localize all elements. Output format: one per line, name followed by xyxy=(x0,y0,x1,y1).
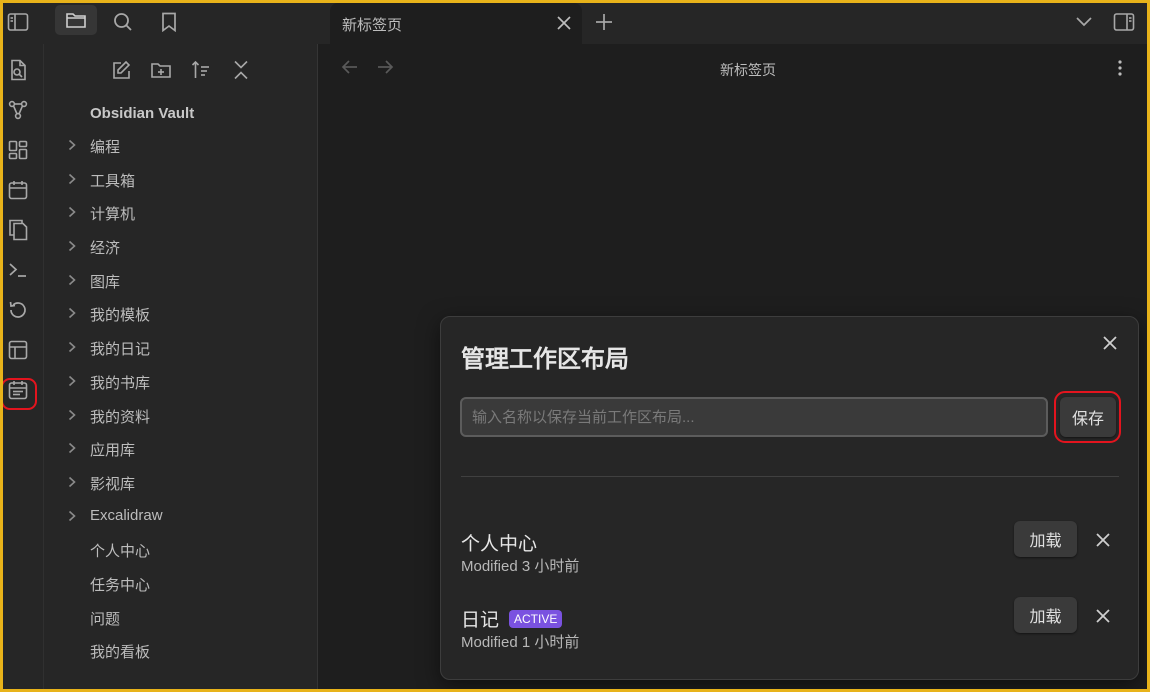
layout-name-input[interactable] xyxy=(460,397,1048,437)
load-button[interactable]: 加载 xyxy=(1014,521,1077,557)
folder-item[interactable]: 我的日记 xyxy=(44,332,318,366)
chevron-down-icon[interactable] xyxy=(1070,8,1098,36)
sidebar-toggle-icon[interactable] xyxy=(4,8,32,36)
search-icon[interactable] xyxy=(109,8,137,36)
tree-item-label: 计算机 xyxy=(90,206,136,224)
tree-item-label: 任务中心 xyxy=(90,576,151,594)
delete-icon[interactable] xyxy=(1091,529,1115,551)
chevron-right-icon xyxy=(68,307,80,319)
bookmark-icon[interactable] xyxy=(155,8,183,36)
sort-icon[interactable] xyxy=(189,58,213,82)
chevron-right-icon xyxy=(68,409,80,421)
file-tree: 编程工具箱计算机经济图库我的模板我的日记我的书库我的资料应用库影视库 Excali… xyxy=(44,130,318,669)
quick-switcher-icon[interactable] xyxy=(4,56,32,84)
folder-item[interactable]: 计算机 xyxy=(44,197,318,231)
chevron-right-icon xyxy=(68,341,80,353)
tree-item-label: 我的日记 xyxy=(90,341,151,359)
tree-item-label: 我的资料 xyxy=(90,408,151,426)
folder-item[interactable]: 我的模板 xyxy=(44,298,318,332)
file-recovery-icon[interactable] xyxy=(4,296,32,324)
folder-item[interactable]: 我的资料 xyxy=(44,400,318,434)
daily-note-icon[interactable] xyxy=(4,176,32,204)
tree-item-label: 我的模板 xyxy=(90,307,151,325)
chevron-right-icon xyxy=(68,375,80,387)
vault-name[interactable]: Obsidian Vault xyxy=(90,105,194,122)
folder-item[interactable]: Excalidraw xyxy=(44,501,318,535)
tree-item-label: 问题 xyxy=(90,610,121,628)
file-item[interactable]: 问题 xyxy=(44,602,318,636)
back-arrow-icon[interactable] xyxy=(340,57,362,79)
file-explorer: Obsidian Vault 编程工具箱计算机经济图库我的模板我的日记我的书库我… xyxy=(44,44,318,692)
folder-item[interactable]: 我的书库 xyxy=(44,366,318,400)
chevron-right-icon xyxy=(68,206,80,218)
folder-item[interactable]: 影视库 xyxy=(44,467,318,501)
file-item[interactable]: 任务中心 xyxy=(44,568,318,602)
canvas-icon[interactable] xyxy=(4,136,32,164)
tab-title: 新标签页 xyxy=(342,17,403,34)
workspace-layouts-icon[interactable] xyxy=(4,336,32,364)
layout-modified: Modified 3 小时前 xyxy=(461,558,580,575)
close-icon[interactable] xyxy=(1098,331,1122,355)
layout-row: 个人中心 Modified 3 小时前 加载 xyxy=(461,521,1121,579)
layout-name: 个人中心 xyxy=(461,534,538,555)
view-title: 新标签页 xyxy=(720,62,776,78)
chevron-right-icon xyxy=(68,510,80,522)
command-palette-icon[interactable] xyxy=(4,256,32,284)
graph-view-icon[interactable] xyxy=(4,96,32,124)
chevron-right-icon xyxy=(68,442,80,454)
new-folder-icon[interactable] xyxy=(149,58,173,82)
tree-item-label: 经济 xyxy=(90,240,121,258)
templates-icon[interactable] xyxy=(4,216,32,244)
modal-title: 管理工作区布局 xyxy=(461,346,629,373)
tree-item-label: 图库 xyxy=(90,273,121,291)
save-button[interactable]: 保存 xyxy=(1060,397,1116,437)
plus-icon[interactable] xyxy=(590,8,618,36)
folder-icon[interactable] xyxy=(55,5,97,35)
new-note-icon[interactable] xyxy=(109,58,133,82)
load-button[interactable]: 加载 xyxy=(1014,597,1077,633)
workspace-layouts-modal: 管理工作区布局 保存 个人中心 Modified 3 小时前 加载 日记 ACT… xyxy=(440,316,1139,680)
calendar-icon[interactable] xyxy=(4,376,32,404)
tree-item-label: 个人中心 xyxy=(90,543,151,561)
folder-item[interactable]: 经济 xyxy=(44,231,318,265)
layout-row: 日记 ACTIVE Modified 1 小时前 加载 xyxy=(461,597,1121,655)
file-item[interactable]: 个人中心 xyxy=(44,534,318,568)
tree-item-label: 我的看板 xyxy=(90,644,151,662)
divider xyxy=(461,476,1119,477)
active-badge: ACTIVE xyxy=(509,609,563,628)
chevron-right-icon xyxy=(68,476,80,488)
chevron-right-icon xyxy=(68,240,80,252)
layout-modified: Modified 1 小时前 xyxy=(461,634,580,651)
tree-item-label: 编程 xyxy=(90,139,121,156)
chevron-right-icon xyxy=(68,173,80,185)
folder-item[interactable]: 图库 xyxy=(44,265,318,299)
title-bar: 新标签页 xyxy=(0,0,1150,44)
tab-new-tab[interactable]: 新标签页 xyxy=(330,3,582,44)
layout-name-wrap: 个人中心 xyxy=(461,529,537,556)
folder-item[interactable]: 应用库 xyxy=(44,433,318,467)
collapse-all-icon[interactable] xyxy=(229,58,253,82)
chevron-right-icon xyxy=(68,274,80,286)
tree-item-label: 我的书库 xyxy=(90,374,151,392)
delete-icon[interactable] xyxy=(1091,605,1115,627)
right-sidebar-toggle-icon[interactable] xyxy=(1110,8,1138,36)
folder-item[interactable]: 编程 xyxy=(44,130,318,164)
close-icon[interactable] xyxy=(554,13,574,33)
file-item[interactable]: 我的看板 xyxy=(44,635,318,669)
tree-item-label: 影视库 xyxy=(90,475,136,493)
folder-item[interactable]: 工具箱 xyxy=(44,164,318,198)
tree-item-label: 工具箱 xyxy=(90,172,136,190)
tree-item-label: Excalidraw xyxy=(90,506,163,524)
layout-name: 日记 xyxy=(461,610,500,631)
forward-arrow-icon[interactable] xyxy=(375,57,397,79)
tree-item-label: 应用库 xyxy=(90,442,136,460)
more-options-icon[interactable] xyxy=(1110,57,1130,79)
ribbon xyxy=(0,44,44,692)
chevron-right-icon xyxy=(68,139,80,151)
layout-name-wrap: 日记 ACTIVE xyxy=(461,605,563,632)
